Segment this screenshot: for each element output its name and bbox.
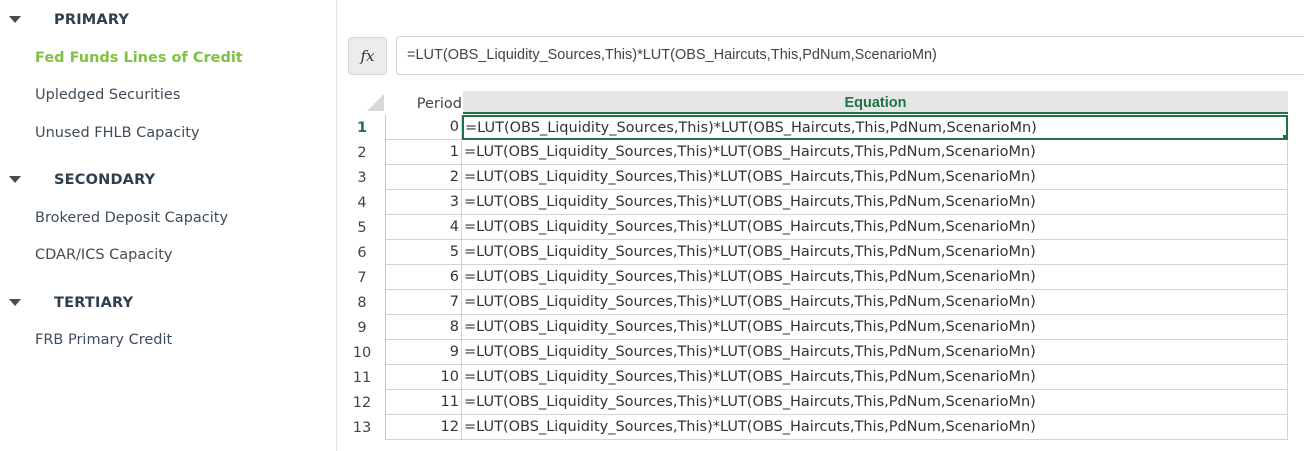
table-row: 2 1 =LUT(OBS_Liquidity_Sources,This)*LUT(O…: [339, 140, 1289, 165]
formula-input[interactable]: =LUT(OBS_Liquidity_Sources,This)*LUT(OBS…: [396, 36, 1304, 75]
collapse-triangle-icon[interactable]: [9, 299, 21, 306]
table-row: 13 12 =LUT(OBS_Liquidity_Sources,This)*LUT…: [339, 415, 1289, 440]
equation-cell[interactable]: =LUT(OBS_Liquidity_Sources,This)*LUT(OBS…: [462, 165, 1288, 190]
table-row: 7 6 =LUT(OBS_Liquidity_Sources,This)*LUT(O…: [339, 265, 1289, 290]
corner-triangle-icon[interactable]: [367, 94, 384, 111]
table-row: 3 2 =LUT(OBS_Liquidity_Sources,This)*LUT(O…: [339, 165, 1289, 190]
table-row: 6 5 =LUT(OBS_Liquidity_Sources,This)*LUT(O…: [339, 240, 1289, 265]
group-title: PRIMARY: [54, 12, 130, 28]
period-cell[interactable]: 5: [386, 240, 462, 265]
row-number[interactable]: 6: [339, 240, 386, 265]
period-cell[interactable]: 11: [386, 390, 462, 415]
equation-cell[interactable]: =LUT(OBS_Liquidity_Sources,This)*LUT(OBS…: [462, 315, 1288, 340]
equation-cell[interactable]: =LUT(OBS_Liquidity_Sources,This)*LUT(OBS…: [462, 240, 1288, 265]
row-number[interactable]: 11: [339, 365, 386, 390]
row-number[interactable]: 4: [339, 190, 386, 215]
equation-cell[interactable]: =LUT(OBS_Liquidity_Sources,This)*LUT(OBS…: [462, 365, 1288, 390]
equation-text: =LUT(OBS_Liquidity_Sources,This)*LUT(OBS…: [465, 120, 1037, 136]
equation-text: =LUT(OBS_Liquidity_Sources,This)*LUT(OBS…: [464, 194, 1036, 210]
period-cell[interactable]: 1: [386, 140, 462, 165]
row-number[interactable]: 12: [339, 390, 386, 415]
equation-cell[interactable]: =LUT(OBS_Liquidity_Sources,This)*LUT(OBS…: [462, 140, 1288, 165]
group-title: TERTIARY: [54, 295, 134, 311]
table-row: 1 0 =LUT(OBS_Liquidity_Sources,This)*LUT(O…: [339, 115, 1289, 140]
row-number[interactable]: 10: [339, 340, 386, 365]
nav-item-frb-primary-credit[interactable]: FRB Primary Credit: [35, 329, 172, 351]
equation-text: =LUT(OBS_Liquidity_Sources,This)*LUT(OBS…: [464, 219, 1036, 235]
table-row: 4 3 =LUT(OBS_Liquidity_Sources,This)*LUT(O…: [339, 190, 1289, 215]
period-cell[interactable]: 6: [386, 265, 462, 290]
sidebar-nav: PRIMARY Fed Funds Lines of Credit Upledg…: [0, 0, 337, 451]
equation-text: =LUT(OBS_Liquidity_Sources,This)*LUT(OBS…: [464, 269, 1036, 285]
period-cell[interactable]: 12: [386, 415, 462, 440]
fx-icon[interactable]: fx: [348, 37, 387, 75]
equation-cell[interactable]: =LUT(OBS_Liquidity_Sources,This)*LUT(OBS…: [462, 115, 1288, 140]
period-cell[interactable]: 3: [386, 190, 462, 215]
equation-cell[interactable]: =LUT(OBS_Liquidity_Sources,This)*LUT(OBS…: [462, 215, 1288, 240]
equation-text: =LUT(OBS_Liquidity_Sources,This)*LUT(OBS…: [464, 144, 1036, 160]
equation-text: =LUT(OBS_Liquidity_Sources,This)*LUT(OBS…: [464, 294, 1036, 310]
nav-item-brokered-deposit[interactable]: Brokered Deposit Capacity: [35, 207, 228, 229]
row-number[interactable]: 13: [339, 415, 386, 440]
row-number[interactable]: 3: [339, 165, 386, 190]
period-cell[interactable]: 7: [386, 290, 462, 315]
equation-cell[interactable]: =LUT(OBS_Liquidity_Sources,This)*LUT(OBS…: [462, 265, 1288, 290]
nav-item-unused-fhlb[interactable]: Unused FHLB Capacity: [35, 122, 200, 144]
equation-text: =LUT(OBS_Liquidity_Sources,This)*LUT(OBS…: [464, 169, 1036, 185]
table-row: 10 9 =LUT(OBS_Liquidity_Sources,This)*LUT(…: [339, 340, 1289, 365]
equation-cell[interactable]: =LUT(OBS_Liquidity_Sources,This)*LUT(OBS…: [462, 415, 1288, 440]
nav-item-fed-funds[interactable]: Fed Funds Lines of Credit: [35, 47, 243, 69]
column-header-period[interactable]: Period: [386, 91, 462, 114]
row-number[interactable]: 2: [339, 140, 386, 165]
row-number[interactable]: 8: [339, 290, 386, 315]
table-row: 12 11 =LUT(OBS_Liquidity_Sources,This)*LUT…: [339, 390, 1289, 415]
period-cell[interactable]: 0: [386, 115, 462, 140]
equation-cell[interactable]: =LUT(OBS_Liquidity_Sources,This)*LUT(OBS…: [462, 290, 1288, 315]
group-title: SECONDARY: [54, 172, 156, 188]
period-cell[interactable]: 9: [386, 340, 462, 365]
group-header-tertiary[interactable]: TERTIARY: [0, 291, 330, 315]
equation-text: =LUT(OBS_Liquidity_Sources,This)*LUT(OBS…: [464, 344, 1036, 360]
equation-text: =LUT(OBS_Liquidity_Sources,This)*LUT(OBS…: [464, 244, 1036, 260]
row-number[interactable]: 5: [339, 215, 386, 240]
column-header-equation[interactable]: Equation: [463, 91, 1288, 114]
equation-text: =LUT(OBS_Liquidity_Sources,This)*LUT(OBS…: [464, 394, 1036, 410]
select-all-corner[interactable]: [339, 91, 386, 114]
row-number[interactable]: 7: [339, 265, 386, 290]
collapse-triangle-icon[interactable]: [9, 16, 21, 23]
equation-text: =LUT(OBS_Liquidity_Sources,This)*LUT(OBS…: [464, 419, 1036, 435]
equation-text: =LUT(OBS_Liquidity_Sources,This)*LUT(OBS…: [464, 319, 1036, 335]
nav-item-upledged-securities[interactable]: Upledged Securities: [35, 84, 180, 106]
row-number[interactable]: 1: [339, 115, 386, 140]
table-row: 5 4 =LUT(OBS_Liquidity_Sources,This)*LUT(O…: [339, 215, 1289, 240]
equation-text: =LUT(OBS_Liquidity_Sources,This)*LUT(OBS…: [464, 369, 1036, 385]
period-cell[interactable]: 8: [386, 315, 462, 340]
collapse-triangle-icon[interactable]: [9, 176, 21, 183]
period-cell[interactable]: 2: [386, 165, 462, 190]
period-cell[interactable]: 4: [386, 215, 462, 240]
period-cell[interactable]: 10: [386, 365, 462, 390]
nav-item-cdar-ics[interactable]: CDAR/ICS Capacity: [35, 244, 173, 266]
equation-cell[interactable]: =LUT(OBS_Liquidity_Sources,This)*LUT(OBS…: [462, 340, 1288, 365]
group-header-secondary[interactable]: SECONDARY: [0, 168, 330, 192]
row-number[interactable]: 9: [339, 315, 386, 340]
table-row: 9 8 =LUT(OBS_Liquidity_Sources,This)*LUT(O…: [339, 315, 1289, 340]
group-header-primary[interactable]: PRIMARY: [0, 8, 330, 32]
equation-cell[interactable]: =LUT(OBS_Liquidity_Sources,This)*LUT(OBS…: [462, 390, 1288, 415]
equation-cell[interactable]: =LUT(OBS_Liquidity_Sources,This)*LUT(OBS…: [462, 190, 1288, 215]
table-row: 8 7 =LUT(OBS_Liquidity_Sources,This)*LUT(O…: [339, 290, 1289, 315]
table-row: 11 10 =LUT(OBS_Liquidity_Sources,This)*LUT…: [339, 365, 1289, 390]
